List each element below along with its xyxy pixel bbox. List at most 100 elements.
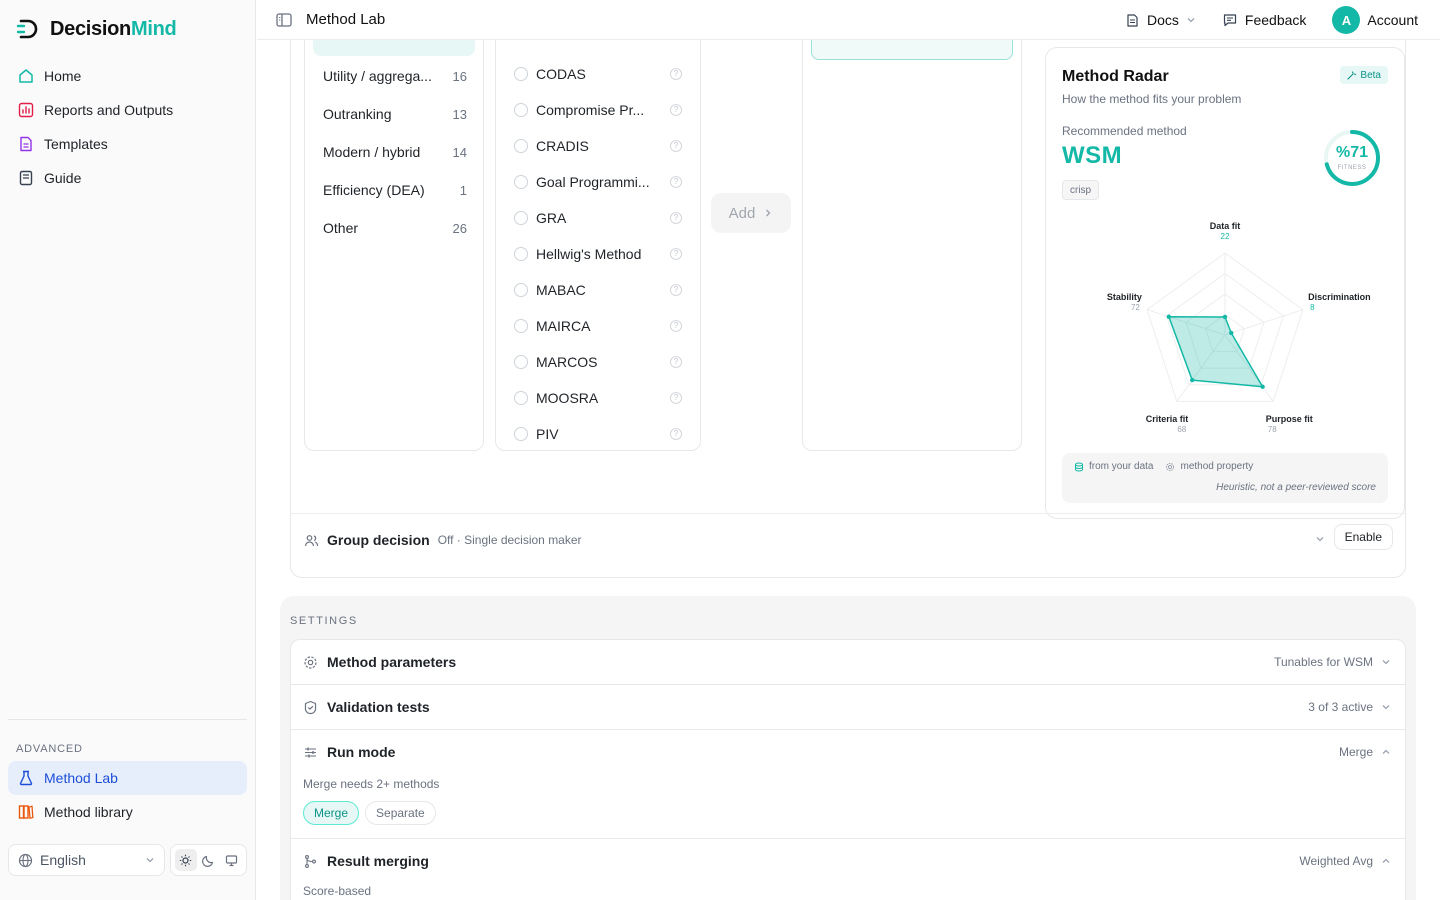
info-icon[interactable]: ? [670,248,682,260]
radio[interactable] [514,427,528,441]
account-menu[interactable]: A Account [1332,6,1418,34]
category-selected-highlight[interactable] [313,40,475,56]
chevron-up-icon[interactable] [1381,747,1391,757]
category-item[interactable]: Modern / hybrid 14 [323,142,467,162]
run-mode-merge-option[interactable]: Merge [303,801,360,825]
category-item[interactable]: Utility / aggrega... 16 [323,66,467,86]
add-method-button[interactable]: Add [711,193,791,233]
radio[interactable] [514,211,528,225]
brand[interactable]: DecisionMind [16,16,177,42]
theme-system-button[interactable] [221,849,243,871]
category-count: 26 [452,220,467,236]
result-merging-header[interactable]: Result merging [303,853,429,869]
template-icon [20,136,32,152]
nav-method-library-label: Method library [44,804,133,820]
method-option[interactable]: CODAS? [514,64,682,84]
category-count: 16 [452,68,467,84]
validation-tests-row[interactable]: Validation tests 3 of 3 active [290,684,1406,730]
run-mode-title: Run mode [327,744,396,760]
method-option[interactable]: MARCOS? [514,352,682,372]
method-option[interactable]: Hellwig's Method? [514,244,682,264]
category-item[interactable]: Other 26 [323,218,467,238]
beta-badge: Beta [1340,66,1388,84]
nav-home[interactable]: Home [8,59,247,93]
method-option[interactable]: GRA? [514,208,682,228]
run-mode-summary: Merge [1338,745,1373,759]
nav-reports[interactable]: Reports and Outputs [8,93,247,127]
brand-logo-icon [16,19,38,39]
radar-axis-label: Stability [1107,292,1142,302]
chevron-right-icon [766,209,771,217]
method-option[interactable]: CRADIS? [514,136,682,156]
category-item[interactable]: Efficiency (DEA) 1 [323,180,467,200]
result-merging-panel: Result merging Weighted Avg Score-based [290,838,1406,900]
method-option[interactable]: Goal Programmi...? [514,172,682,192]
nav-method-lab[interactable]: Method Lab [8,761,247,795]
info-icon[interactable]: ? [670,392,682,404]
nav-method-library[interactable]: Method library [8,795,247,829]
radio[interactable] [514,355,528,369]
info-icon[interactable]: ? [670,428,682,440]
run-mode-separate-option[interactable]: Separate [365,801,436,825]
method-option[interactable]: Compromise Pr...? [514,100,682,120]
method-option[interactable]: MABAC? [514,280,682,300]
radar-axis-label: Discrimination [1308,292,1371,302]
method-parameters-title: Method parameters [327,654,457,670]
info-icon[interactable]: ? [670,104,682,116]
info-icon[interactable]: ? [670,212,682,224]
chevron-down-icon[interactable] [1315,534,1325,544]
nav-guide[interactable]: Guide [8,161,247,195]
run-mode-header[interactable]: Run mode [303,744,395,760]
add-button-label: Add [728,204,756,222]
nav-templates[interactable]: Templates [8,127,247,161]
info-icon[interactable]: ? [670,284,682,296]
sidebar-toggle-icon[interactable] [275,11,293,29]
nav-templates-label: Templates [44,136,108,152]
radio[interactable] [514,391,528,405]
radio[interactable] [514,103,528,117]
group-decision-row[interactable]: Group decision Off · Single decision mak… [291,513,1405,577]
info-icon[interactable]: ? [670,140,682,152]
chevron-down-icon [1382,660,1390,665]
language-select[interactable]: English [8,844,165,876]
selected-method-chip[interactable] [811,40,1013,60]
method-option[interactable]: PIV? [514,424,682,444]
book-icon [19,170,33,186]
radio[interactable] [514,175,528,189]
nav-reports-label: Reports and Outputs [44,102,174,118]
method-list: CODAS? Compromise Pr...? CRADIS? Goal Pr… [495,40,701,451]
method-tag: crisp [1062,180,1100,200]
info-icon[interactable]: ? [670,320,682,332]
category-count: 13 [452,106,467,122]
info-icon[interactable]: ? [670,176,682,188]
chevron-up-icon[interactable] [1381,856,1391,866]
theme-dark-button[interactable] [198,849,220,871]
radar-axis-value: 22 [1221,232,1230,241]
radio[interactable] [514,139,528,153]
recommended-method: WSM [1062,142,1123,169]
radio[interactable] [514,247,528,261]
method-radar-card: Method Radar Beta How the method fits yo… [1045,47,1405,519]
radar-point [1190,377,1195,383]
chevron-down-icon [1187,18,1195,23]
result-merging-summary: Weighted Avg [1299,854,1373,868]
top-actions: Docs Feedback A Account [1099,5,1418,35]
radio[interactable] [514,319,528,333]
method-parameters-row[interactable]: Method parameters Tunables for WSM [290,639,1406,685]
method-option[interactable]: MAIRCA? [514,316,682,336]
legend-property: method property [1165,461,1253,472]
radio[interactable] [514,283,528,297]
feedback-button[interactable]: Feedback [1222,12,1306,28]
method-option[interactable]: MOOSRA? [514,388,682,408]
docs-menu[interactable]: Docs [1125,12,1196,28]
brand-name: DecisionMind [50,17,177,40]
radar-legend: from your data method property Heuristic… [1062,453,1388,503]
run-mode-note: Merge needs 2+ methods [303,777,440,791]
enable-group-button[interactable]: Enable [1333,524,1393,550]
theme-light-button[interactable] [174,849,197,871]
radar-axis-value: 68 [1177,425,1186,434]
info-icon[interactable]: ? [670,356,682,368]
category-item[interactable]: Outranking 13 [323,104,467,124]
info-icon[interactable]: ? [670,68,682,80]
radio[interactable] [514,67,528,81]
